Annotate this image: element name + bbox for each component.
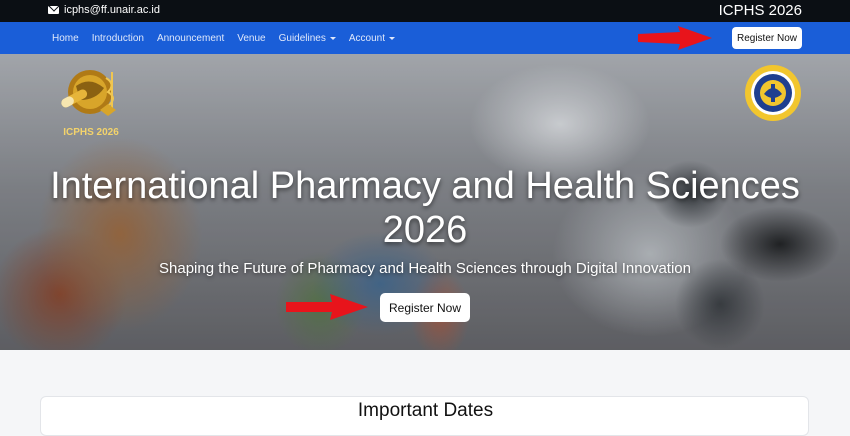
important-dates-title: Important Dates	[357, 400, 494, 421]
nav-item-guidelines[interactable]: Guidelines	[279, 33, 336, 44]
caret-down-icon	[389, 36, 396, 40]
hero-subtitle: Shaping the Future of Pharmacy and Healt…	[159, 260, 691, 277]
contact-email-text[interactable]: icphs@ff.unair.ac.id	[64, 4, 160, 16]
red-arrow-icon	[638, 26, 712, 50]
nav-item-venue[interactable]: Venue	[237, 33, 265, 44]
contact-email[interactable]: icphs@ff.unair.ac.id	[48, 4, 160, 16]
nav-item-label[interactable]: Home	[52, 33, 79, 44]
nav-item-announcement[interactable]: Announcement	[157, 33, 224, 44]
register-now-button-hero[interactable]: Register Now	[380, 293, 470, 322]
site-brand: ICPHS 2026	[718, 2, 802, 19]
nav-item-introduction[interactable]: Introduction	[92, 33, 144, 44]
nav-item-label[interactable]: Introduction	[92, 33, 144, 44]
hero-title-line: 2026	[382, 209, 468, 251]
nav-item-account[interactable]: Account	[349, 33, 396, 44]
icphs-logo: ICPHS 2026	[61, 70, 119, 138]
nav-item-label[interactable]: Announcement	[157, 33, 224, 44]
content-section: Important Dates	[0, 350, 850, 436]
register-now-button-nav[interactable]: Register Now	[732, 27, 802, 49]
logo-text: ICPHS 2026	[63, 127, 119, 138]
hero-title-line: International Pharmacy and Health Scienc…	[50, 165, 800, 207]
nav-item-label[interactable]: Guidelines	[279, 33, 326, 44]
main-navbar: Home Introduction Announcement Venue Gui…	[0, 22, 850, 54]
nav-item-home[interactable]: Home	[52, 33, 79, 44]
hero-title: International Pharmacy and Health Scienc…	[0, 164, 850, 252]
university-emblem-icon	[745, 65, 801, 121]
register-now-label[interactable]: Register Now	[737, 33, 797, 44]
caret-down-icon	[329, 36, 336, 40]
red-arrow-icon	[286, 294, 368, 320]
top-bar: icphs@ff.unair.ac.id ICPHS 2026	[0, 0, 850, 22]
nav-links: Home Introduction Announcement Venue Gui…	[52, 22, 408, 54]
hero-banner: ICPHS 2026 International Pharmacy and He…	[0, 54, 850, 350]
nav-item-label[interactable]: Account	[349, 33, 385, 44]
envelope-icon	[48, 6, 59, 14]
register-now-label[interactable]: Register Now	[389, 301, 461, 315]
nav-item-label[interactable]: Venue	[237, 33, 265, 44]
important-dates-card: Important Dates	[40, 396, 809, 436]
